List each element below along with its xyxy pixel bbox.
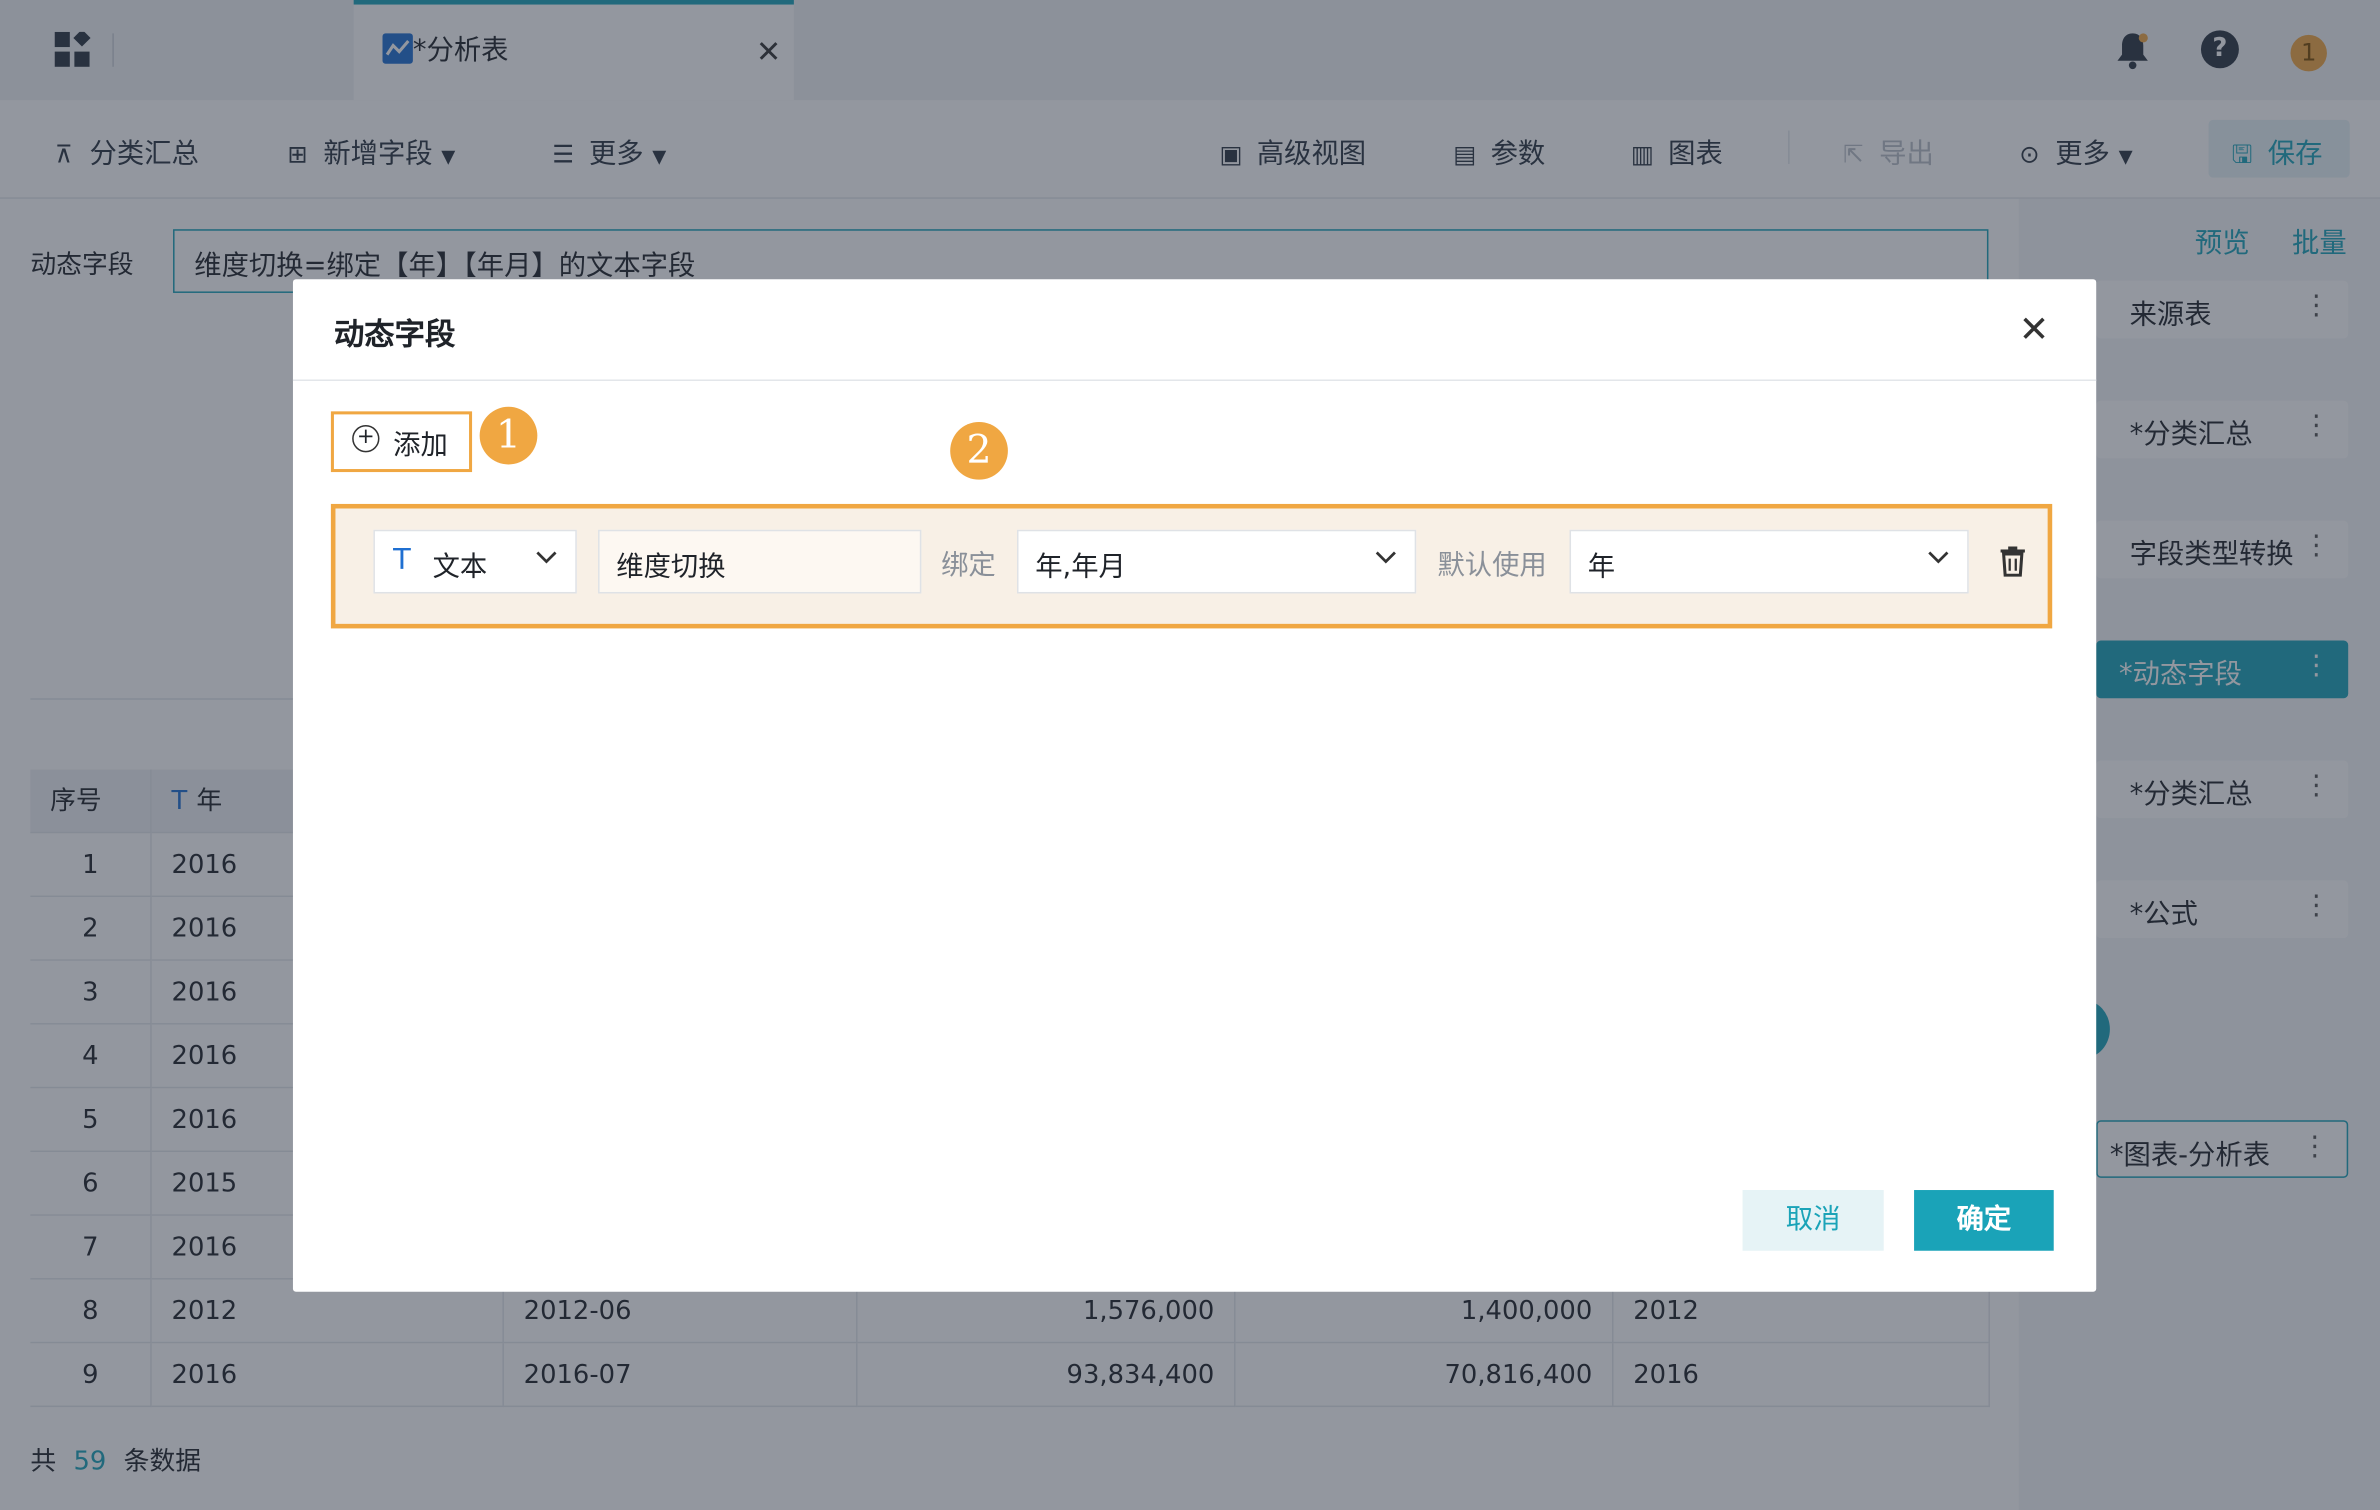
default-label: 默认使用 [1437,549,1547,582]
type-select[interactable]: T 文本 [373,529,577,594]
chevron-down-icon [1375,551,1396,564]
chevron-down-icon [1928,551,1949,564]
dynamic-field-dialog [292,279,2097,1292]
field-name-input[interactable]: 维度切换 [598,529,922,594]
step-badge: 1 [479,406,538,465]
bind-label: 绑定 [941,549,996,582]
add-button[interactable]: + 添加 [330,411,473,473]
default-select[interactable]: 年 [1569,529,1969,594]
confirm-button[interactable]: 确定 [1914,1190,2054,1251]
close-icon[interactable]: ✕ [2019,308,2050,351]
dialog-title: 动态字段 [333,315,456,353]
text-type-icon: T [393,543,411,577]
step-badge: 2 [950,421,1008,480]
bind-select[interactable]: 年,年月 [1016,529,1417,594]
chevron-down-icon [536,551,557,564]
trash-icon[interactable] [1999,546,2026,582]
dialog-divider [292,379,2097,381]
cancel-button[interactable]: 取消 [1742,1190,1884,1251]
plus-circle-icon: + [352,425,380,453]
